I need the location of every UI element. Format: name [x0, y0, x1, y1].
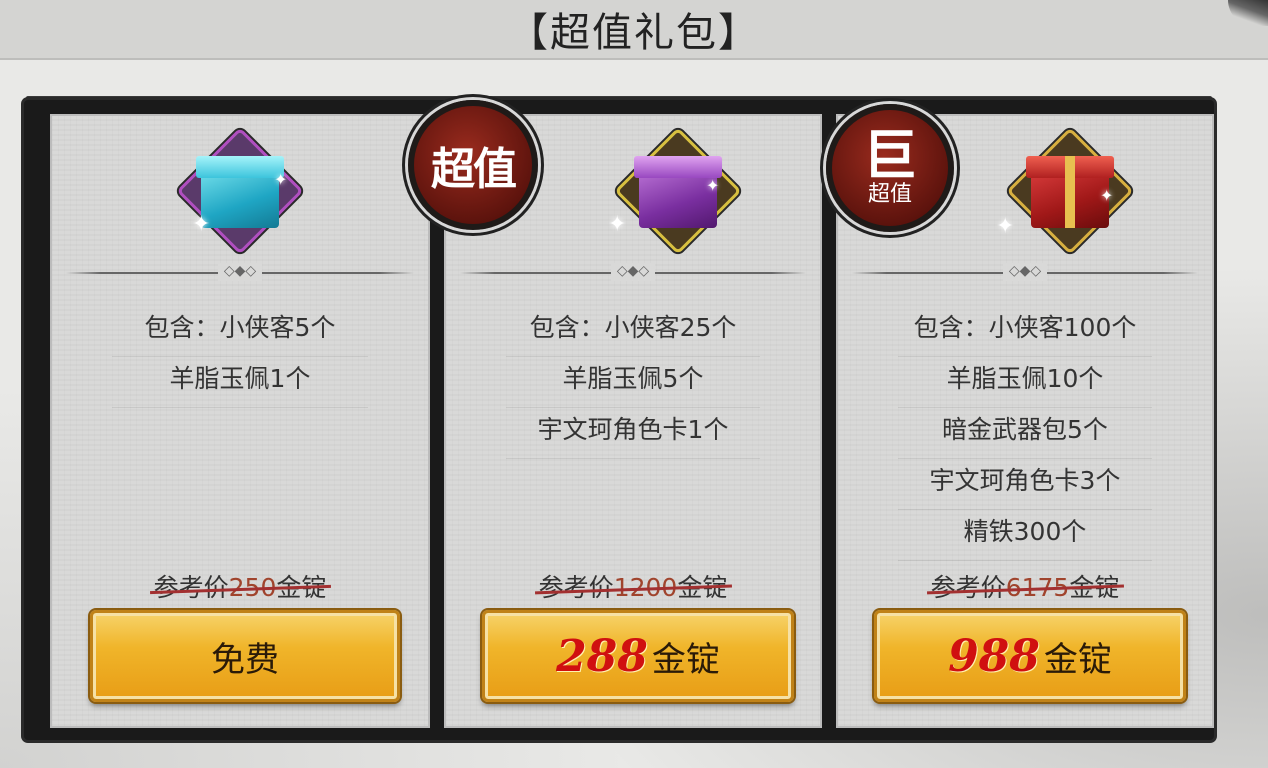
button-unit: 金锭: [1043, 639, 1112, 680]
list-item: 包含：小侠客25个: [506, 306, 760, 357]
mega-value-badge: 巨 超值: [826, 104, 954, 232]
reference-price: 参考价1200金锭: [446, 568, 820, 604]
sparkle-icon: ✦: [1100, 186, 1114, 205]
pack-frame: ✦ ✦ ◇◆◇ 包含：小侠客5个 羊脂玉佩1个 参考价250金锭 免费 ✦ ✦ …: [24, 100, 1214, 740]
button-price: 988: [948, 630, 1040, 682]
ref-price-value: 1200: [613, 573, 678, 602]
badge-text: 超值: [431, 144, 517, 195]
pack-contents: 包含：小侠客5个 羊脂玉佩1个: [52, 306, 428, 408]
ref-price-unit: 金锭: [677, 573, 728, 602]
list-item: 包含：小侠客100个: [898, 306, 1152, 357]
button-unit: 金锭: [651, 639, 720, 680]
sparkle-icon: ✦: [274, 170, 288, 189]
page-title: 【超值礼包】: [508, 10, 760, 56]
list-item: 包含：小侠客5个: [112, 306, 368, 357]
list-item: 羊脂玉佩1个: [112, 357, 368, 408]
ref-price-prefix: 参考价: [153, 573, 229, 602]
ref-price-prefix: 参考价: [538, 573, 614, 602]
sparkle-icon: ✦: [706, 176, 720, 195]
list-item: 宇文珂角色卡1个: [506, 408, 760, 459]
ref-price-value: 6175: [1005, 573, 1070, 602]
claim-free-button[interactable]: 免费: [90, 610, 400, 702]
pack-contents: 包含：小侠客100个 羊脂玉佩10个 暗金武器包5个 宇文珂角色卡3个 精铁30…: [838, 306, 1212, 561]
purple-gift-box-icon: [633, 156, 722, 228]
buy-288-button[interactable]: 288 金锭: [482, 610, 794, 702]
reference-price: 参考价6175金锭: [838, 568, 1212, 604]
badge-char: 巨: [863, 123, 917, 187]
ref-price-unit: 金锭: [276, 573, 327, 602]
sparkle-icon: ✦: [608, 212, 627, 237]
title-bar: 【超值礼包】: [0, 0, 1268, 60]
sparkle-icon: ✦: [192, 212, 211, 237]
pack-card-basic: ✦ ✦ ◇◆◇ 包含：小侠客5个 羊脂玉佩1个 参考价250金锭 免费: [50, 114, 430, 728]
badge-text: 超值: [867, 182, 912, 207]
button-price: 288: [556, 630, 648, 682]
list-item: 羊脂玉佩10个: [898, 357, 1152, 408]
ref-price-prefix: 参考价: [930, 573, 1006, 602]
list-item: 暗金武器包5个: [898, 408, 1152, 459]
pack-contents: 包含：小侠客25个 羊脂玉佩5个 宇文珂角色卡1个: [446, 306, 820, 459]
button-label: 免费: [211, 639, 279, 680]
ref-price-value: 250: [228, 573, 277, 602]
buy-988-button[interactable]: 988 金锭: [874, 610, 1186, 702]
list-item: 宇文珂角色卡3个: [898, 459, 1152, 510]
knot-ornament-icon: ◇◆◇: [611, 263, 655, 281]
value-badge: 超值: [408, 100, 538, 230]
knot-ornament-icon: ◇◆◇: [1003, 263, 1047, 281]
knot-ornament-icon: ◇◆◇: [218, 263, 262, 281]
reference-price: 参考价250金锭: [52, 568, 428, 604]
ref-price-unit: 金锭: [1069, 573, 1120, 602]
cyan-gift-box-icon: [196, 156, 284, 228]
list-item: 羊脂玉佩5个: [506, 357, 760, 408]
sparkle-icon: ✦: [996, 214, 1015, 239]
list-item: 精铁300个: [898, 510, 1152, 561]
red-gift-box-icon: [1025, 156, 1114, 228]
